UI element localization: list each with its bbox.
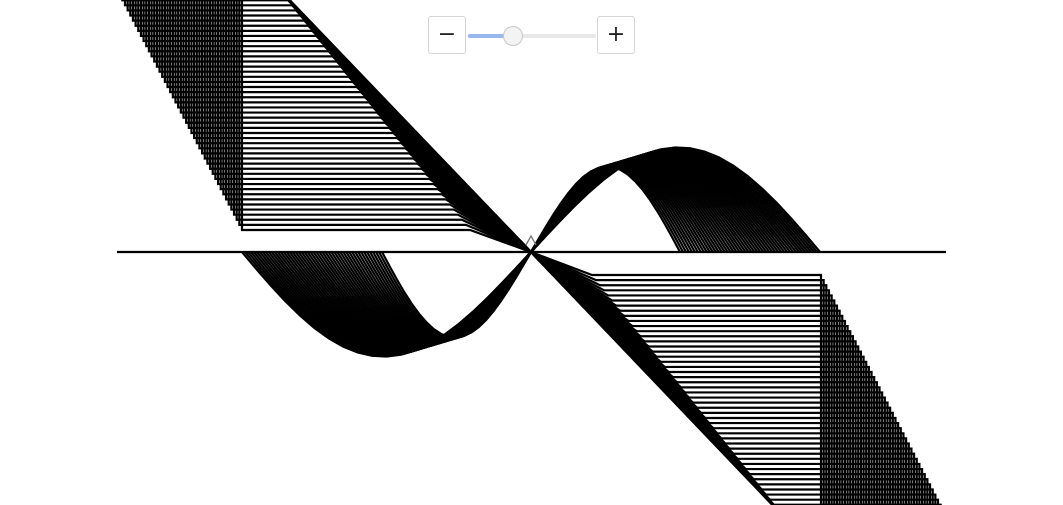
zoom-out-button[interactable]: − xyxy=(428,16,466,54)
line-family xyxy=(117,0,946,505)
zoom-in-button[interactable]: + xyxy=(597,16,635,54)
line-art-canvas[interactable] xyxy=(0,0,1063,505)
canvas-stage[interactable]: − + xyxy=(0,0,1063,505)
zoom-slider[interactable] xyxy=(468,26,596,46)
center-marker-icon xyxy=(525,234,537,246)
zoom-slider-thumb[interactable] xyxy=(502,26,523,46)
